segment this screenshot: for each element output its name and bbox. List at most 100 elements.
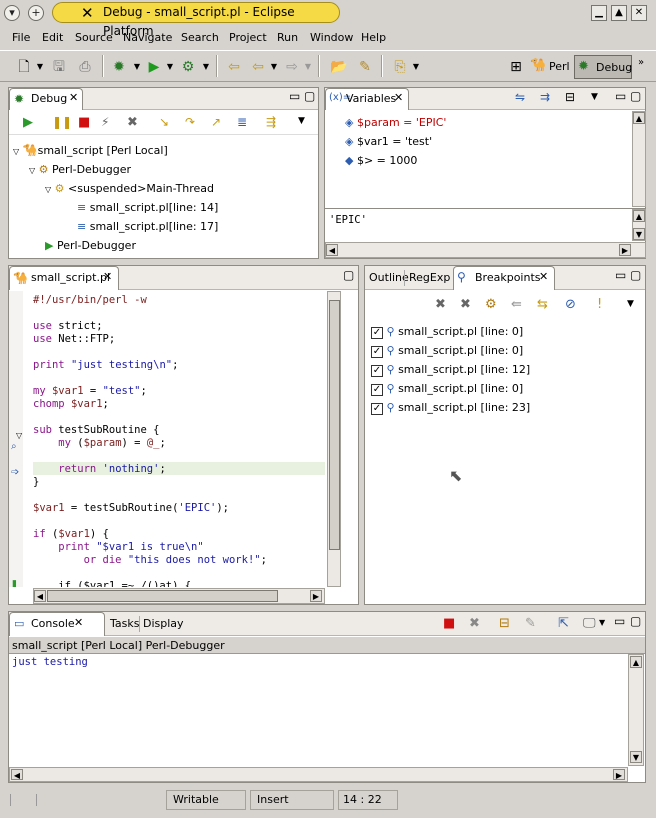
scroll-left-icon[interactable]: ◀ (34, 590, 46, 602)
editor-hscroll-thumb[interactable] (47, 590, 278, 602)
pen-icon[interactable]: ✎ (357, 59, 373, 75)
tab-variables[interactable]: (x)= Variables ✕ (325, 88, 409, 110)
code-line[interactable] (33, 307, 325, 320)
scroll-lock-icon[interactable]: ⊟ (499, 616, 510, 631)
remove-launches-icon[interactable]: ✖ (469, 616, 480, 631)
maximize-view-icon[interactable]: ▢ (304, 89, 315, 103)
maximize-view-icon[interactable]: ▢ (343, 268, 354, 282)
new-icon[interactable]: 🗋 (16, 59, 32, 75)
remove-all-breakpoints-icon[interactable]: ✖ (460, 297, 471, 312)
tree-item-process[interactable]: ▶ Perl-Debugger (45, 236, 136, 255)
scroll-up-icon[interactable]: ▲ (630, 656, 642, 668)
tab-small-script[interactable]: 🐪 small_script.pl ✕ (9, 266, 119, 290)
view-menu-icon[interactable]: ▼ (591, 92, 598, 102)
code-line[interactable]: if ($var1) { (33, 528, 325, 541)
tree-item-thread[interactable]: ▽ ⚙ <suspended>Main-Thread (45, 179, 214, 198)
clear-console-icon[interactable]: ✎ (525, 616, 536, 631)
collapse-all-icon[interactable]: ⊟ (565, 90, 575, 104)
menu-project[interactable]: Project (229, 31, 267, 44)
tab-tasks[interactable]: Tasks (110, 614, 139, 634)
display-console-icon[interactable]: 🖵 (583, 616, 596, 631)
code-line[interactable]: if ($var1 =~ /()at) { (33, 580, 325, 587)
tree-item-frame-17[interactable]: ≡ small_script.pl[line: 17] (77, 217, 218, 236)
disconnect-icon[interactable]: ⚡ (101, 115, 109, 129)
show-logical-structure-icon[interactable]: ⇉ (540, 90, 550, 104)
breakpoint-marker-icon[interactable]: ▮ (12, 579, 17, 589)
breakpoint-checkbox[interactable]: ✓ (371, 327, 383, 339)
tab-console[interactable]: ▭ Console ✕ (9, 612, 105, 636)
maximize-view-icon[interactable]: ▢ (630, 268, 641, 282)
minimize-view-icon[interactable]: ▭ (615, 89, 626, 103)
code-line[interactable] (33, 372, 325, 385)
code-line[interactable]: print "just testing\n"; (33, 359, 325, 372)
scroll-right-icon[interactable]: ▶ (613, 769, 625, 780)
maximize-view-icon[interactable]: ▢ (630, 614, 641, 628)
code-line[interactable]: sub testSubRoutine { (33, 424, 325, 437)
chevron-down-icon[interactable]: ▼ (198, 59, 214, 75)
skip-breakpoints-icon[interactable]: ⊘ (565, 297, 576, 312)
code-line[interactable]: } (33, 476, 325, 489)
debug-icon[interactable]: ✹ (111, 59, 127, 75)
perspective-perl[interactable]: 🐪 Perl (530, 56, 572, 78)
scroll-left-icon[interactable]: ◀ (11, 769, 23, 780)
breakpoint-checkbox[interactable]: ✓ (371, 384, 383, 396)
variable-uid[interactable]: ◆ $> = 1000 (345, 151, 417, 170)
open-type-icon[interactable]: 📂 (330, 59, 347, 75)
menu-search[interactable]: Search (181, 31, 219, 44)
last-edit-icon[interactable]: ⇦ (226, 59, 242, 75)
fold-toggle-icon[interactable]: ▽ (16, 431, 22, 440)
save-icon[interactable]: 🖫 (51, 59, 67, 75)
breakpoint-item[interactable]: ✓ ⚲ small_script.pl [line: 12] (371, 360, 530, 379)
print-icon[interactable]: ⎙ (77, 59, 93, 75)
terminate-icon[interactable]: ■ (443, 616, 455, 631)
breakpoint-checkbox[interactable]: ✓ (371, 346, 383, 358)
code-line[interactable]: print "$var1 is true\n" (33, 541, 325, 554)
console-hscrollbar[interactable]: ◀ ▶ (9, 767, 628, 782)
tab-debug[interactable]: ✹ Debug ✕ (9, 88, 83, 110)
code-line[interactable] (33, 515, 325, 528)
code-line[interactable]: use strict; (33, 320, 325, 333)
scroll-right-icon[interactable]: ▶ (619, 244, 631, 256)
scroll-down-icon[interactable]: ▼ (633, 228, 645, 240)
add-exception-icon[interactable]: ! (597, 297, 602, 312)
detail-vscrollbar[interactable]: ▲ ▼ (632, 209, 646, 241)
more-perspectives-icon[interactable]: » (638, 57, 644, 68)
tab-outline[interactable]: Outline (369, 268, 409, 288)
close-icon[interactable]: ✕ (69, 91, 78, 104)
menu-file[interactable]: File (12, 31, 30, 44)
menu-run[interactable]: Run (277, 31, 298, 44)
tab-regexp[interactable]: RegExp (409, 268, 450, 288)
code-line[interactable]: chomp $var1; (33, 398, 325, 411)
tab-breakpoints[interactable]: ⚲ Breakpoints ✕ (453, 266, 555, 290)
link-with-debug-icon[interactable]: ⇆ (537, 297, 548, 312)
step-into-icon[interactable]: ↘ (159, 115, 169, 129)
menu-edit[interactable]: Edit (42, 31, 63, 44)
breakpoint-item[interactable]: ✓ ⚲ small_script.pl [line: 0] (371, 322, 523, 341)
menu-help[interactable]: Help (361, 31, 386, 44)
run-icon[interactable]: ▶ (146, 59, 162, 75)
chevron-down-icon[interactable]: ▼ (129, 59, 145, 75)
code-line[interactable]: my $var1 = "test"; (33, 385, 325, 398)
breakpoint-item[interactable]: ✓ ⚲ small_script.pl [line: 0] (371, 341, 523, 360)
console-output[interactable]: just testing (12, 656, 88, 669)
console-vscrollbar[interactable]: ▲ ▼ (628, 654, 644, 766)
breakpoint-checkbox[interactable]: ✓ (371, 403, 383, 415)
code-line[interactable]: or die "this does not work!"; (33, 554, 325, 567)
view-menu-icon[interactable]: ▼ (298, 116, 305, 126)
back-icon[interactable]: ⇦ (250, 59, 266, 75)
breakpoint-item[interactable]: ✓ ⚲ small_script.pl [line: 0] (371, 379, 523, 398)
maximize-button[interactable]: ▲ (611, 5, 627, 21)
minimize-view-icon[interactable]: ▭ (289, 89, 300, 103)
goto-marker-icon[interactable]: ⇚ (511, 297, 522, 312)
forward-icon[interactable]: ⇨ (284, 59, 300, 75)
code-line[interactable]: $var1 = testSubRoutine('EPIC'); (33, 502, 325, 515)
close-icon[interactable]: ✕ (103, 270, 112, 283)
chevron-down-icon[interactable]: ▼ (599, 618, 605, 627)
maximize-view-icon[interactable]: ▢ (630, 89, 641, 103)
remove-terminated-icon[interactable]: ✖ (127, 115, 138, 130)
variable-param[interactable]: ◈ $param = 'EPIC' (345, 113, 446, 132)
minimize-view-icon[interactable]: ▭ (614, 614, 625, 628)
window-menu-button[interactable]: ▾ (4, 5, 20, 21)
minimize-view-icon[interactable]: ▭ (615, 268, 626, 282)
code-line[interactable]: return 'nothing'; (33, 463, 325, 476)
